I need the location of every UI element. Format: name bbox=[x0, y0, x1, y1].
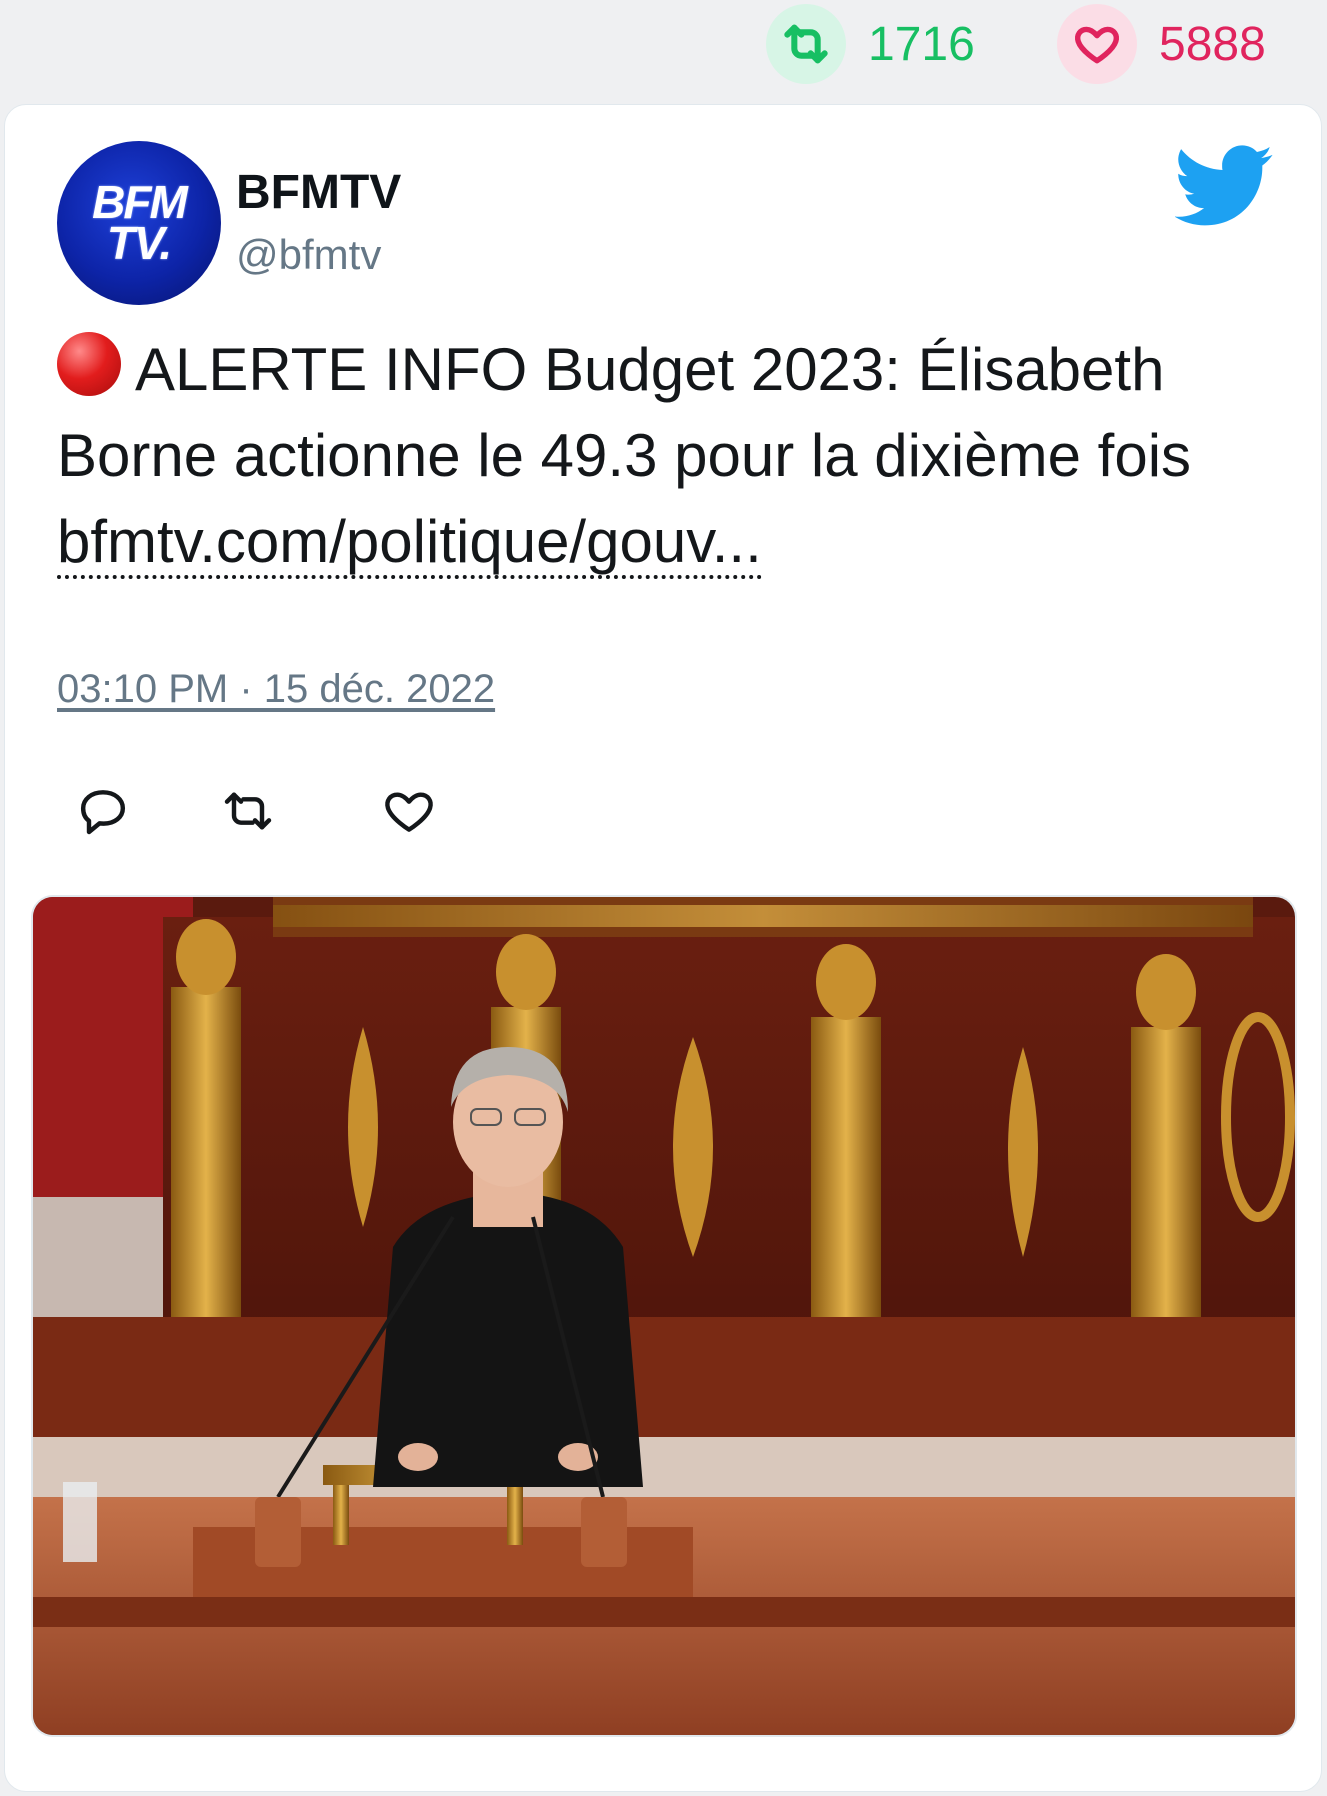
tweet-timestamp[interactable]: 03:10 PM · 15 déc. 2022 bbox=[57, 667, 495, 712]
red-circle-icon bbox=[57, 332, 121, 396]
like-count: 5888 bbox=[1159, 17, 1266, 71]
engagement-stats: 1716 5888 bbox=[0, 0, 1327, 100]
display-name[interactable]: BFMTV bbox=[236, 165, 401, 220]
avatar-logo-line2: TV. bbox=[106, 217, 172, 269]
tweet-media-image[interactable] bbox=[31, 895, 1297, 1737]
tweet-text: ALERTE INFO Budget 2023: Élisabeth Borne… bbox=[57, 327, 1287, 585]
heart-icon bbox=[1057, 4, 1137, 84]
reply-icon[interactable] bbox=[75, 783, 131, 839]
tweet-card: BFM TV. BFMTV @bfmtv ALERTE INFO Budget … bbox=[4, 104, 1322, 1792]
retweet-count: 1716 bbox=[868, 17, 975, 71]
retweet-icon bbox=[766, 4, 846, 84]
retweet-action-icon[interactable] bbox=[220, 783, 276, 839]
like-action-icon[interactable] bbox=[381, 783, 437, 839]
user-handle[interactable]: @bfmtv bbox=[236, 231, 381, 279]
twitter-bird-icon[interactable] bbox=[1175, 145, 1275, 227]
retweet-count-stat[interactable]: 1716 bbox=[766, 4, 975, 84]
tweet-link[interactable]: bfmtv.com/politique/gouv... bbox=[57, 508, 762, 579]
avatar[interactable]: BFM TV. bbox=[57, 141, 221, 305]
tweet-body: ALERTE INFO Budget 2023: Élisabeth Borne… bbox=[57, 336, 1192, 489]
like-count-stat[interactable]: 5888 bbox=[1057, 4, 1266, 84]
